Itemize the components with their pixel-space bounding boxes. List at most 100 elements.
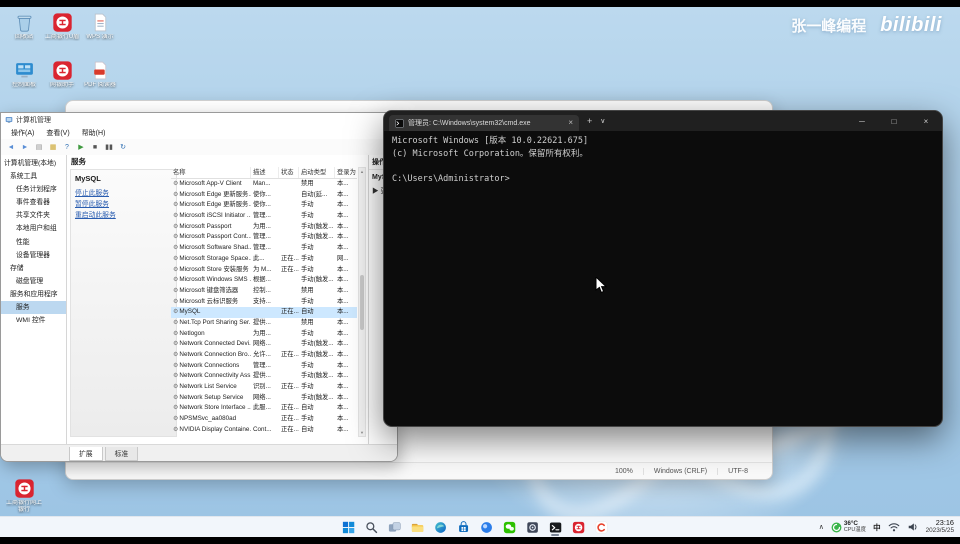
tree-item[interactable]: 事件查看器 <box>1 196 66 209</box>
scroll-up-icon[interactable]: ▲ <box>359 168 365 175</box>
computer-management-window[interactable]: 计算机管理 操作(A) 查看(V) 帮助(H) ◄ ► ▤ ▦? ▶ ■ ▮▮ ↻ 计算机管理(本… <box>0 112 398 462</box>
service-row[interactable]: ⚙Network Store Interface ... 此服... 正在... 自动… <box>171 403 357 414</box>
terminal-tab[interactable]: 管理员: C:\Windows\system32\cmd.exe × <box>389 115 579 131</box>
column-header[interactable]: 名称 <box>171 167 251 178</box>
service-row[interactable]: ⚙Microsoft Passport 为用... 手动(触发... 本... <box>171 222 357 233</box>
browser-taskbar-icon[interactable] <box>477 518 495 536</box>
terminal-window[interactable]: 管理员: C:\Windows\system32\cmd.exe × + ∨ ─… <box>383 110 943 427</box>
column-header[interactable]: 描述 <box>251 167 279 178</box>
services-scrollbar[interactable]: ▲ ▼ <box>358 167 366 437</box>
column-header[interactable]: 状态 <box>279 167 299 178</box>
notepad-line-ending[interactable]: Windows (CRLF) <box>642 467 717 475</box>
mmc-menu-item[interactable]: 查看(V) <box>40 128 75 138</box>
service-row[interactable]: ⚙Net.Tcp Port Sharing Ser... 提供... 禁用 本... <box>171 318 357 329</box>
mmc-toolbar-button[interactable]: ▶ <box>75 141 87 153</box>
service-row[interactable]: ⚙Microsoft 键盘筛选器 控制... 禁用 本... <box>171 286 357 297</box>
taskbar-clock[interactable]: 23:16 2023/5/25 <box>926 519 954 535</box>
tree-item[interactable]: WMI 控件 <box>1 314 66 327</box>
service-row[interactable]: ⚙Microsoft Store 安装服务为 M... 正在... 手动 本... <box>171 265 357 276</box>
service-row[interactable]: ⚙Network Setup Service 网络... 手动(触发... 本... <box>171 393 357 404</box>
scrollbar-thumb[interactable] <box>360 275 364 331</box>
service-row[interactable]: ⚙MySQL 正在... 自动 本... <box>171 307 357 318</box>
service-action-link[interactable]: 停止此服务 <box>75 188 172 199</box>
tree-item[interactable]: 共享文件夹 <box>1 209 66 222</box>
close-button[interactable]: × <box>910 111 942 131</box>
desktop-icon[interactable]: PDF 阅读器 <box>82 60 118 89</box>
volume-icon[interactable] <box>907 521 919 533</box>
service-row[interactable]: ⚙Microsoft Storage Space... 此... 正在... 手动 网.… <box>171 254 357 265</box>
view-tab-standard[interactable]: 标准 <box>104 447 139 461</box>
csdn-taskbar-icon[interactable] <box>592 518 610 536</box>
tree-item[interactable]: 磁盘管理 <box>1 275 66 288</box>
service-row[interactable]: ⚙Network Connectivity Ass... 提供... 手动(触发..… <box>171 371 357 382</box>
tree-item[interactable]: 计算机管理(本地) <box>1 157 66 170</box>
desktop-icon[interactable]: 网银助手 <box>44 60 80 89</box>
service-row[interactable]: ⚙Microsoft App-V Client Man... 禁用 本... <box>171 179 357 190</box>
mmc-menu-item[interactable]: 帮助(H) <box>76 128 112 138</box>
computer-management-taskbar-icon[interactable] <box>523 518 541 536</box>
column-header[interactable]: 登录为 <box>335 167 357 178</box>
tray-chevron-up-icon[interactable]: ∧ <box>819 523 824 531</box>
service-row[interactable]: ⚙Network List Service 识别... 正在... 手动 本... <box>171 382 357 393</box>
ime-indicator[interactable]: 中 <box>873 522 881 533</box>
service-action-link[interactable]: 重启动此服务 <box>75 210 172 221</box>
mmc-titlebar[interactable]: 计算机管理 <box>1 113 397 126</box>
service-row[interactable]: ⚙Netlogon 为用... 手动 本... <box>171 329 357 340</box>
tree-item[interactable]: 设备管理器 <box>1 249 66 262</box>
search-taskbar-icon[interactable] <box>362 518 380 536</box>
network-icon[interactable] <box>888 521 900 533</box>
desktop-icon[interactable]: 控制面板 <box>6 60 42 89</box>
service-row[interactable]: ⚙Microsoft Edge 更新服务... 使你... 手动 本... <box>171 200 357 211</box>
scroll-down-icon[interactable]: ▼ <box>359 429 365 436</box>
maximize-button[interactable]: □ <box>878 111 910 131</box>
mmc-toolbar-button[interactable]: ◄ <box>5 141 17 153</box>
icbc-taskbar-icon[interactable] <box>569 518 587 536</box>
service-action-link[interactable]: 暂停此服务 <box>75 199 172 210</box>
terminal-titlebar[interactable]: 管理员: C:\Windows\system32\cmd.exe × + ∨ ─… <box>384 111 942 131</box>
tree-item[interactable]: 性能 <box>1 236 66 249</box>
notepad-zoom[interactable]: 100% <box>605 468 643 475</box>
tab-dropdown-icon[interactable]: ∨ <box>600 117 605 125</box>
service-row[interactable]: ⚙NPSMSvc_aa080ad 正在... 手动 本... <box>171 414 357 425</box>
service-row[interactable]: ⚙NVIDIA Display Containe... Cont... 正在... 自… <box>171 425 357 436</box>
desktop-icon[interactable]: 回收站 <box>6 12 42 41</box>
service-row[interactable]: ⚙Network Connection Bro... 允许... 正在... 手动(触… <box>171 350 357 361</box>
desktop-icon[interactable]: WPS 演示 <box>82 12 118 41</box>
mmc-toolbar-button[interactable]: ■ <box>89 141 101 153</box>
tree-item-services[interactable]: 服务 <box>1 301 66 315</box>
tree-item[interactable]: 服务和应用程序 <box>1 288 66 301</box>
notepad-encoding[interactable]: UTF-8 <box>717 467 758 475</box>
tree-item[interactable]: 本地用户和组 <box>1 222 66 235</box>
desktop-icon[interactable]: 工商银行网上银行 <box>6 478 42 514</box>
tree-item[interactable]: 系统工具 <box>1 170 66 183</box>
mmc-toolbar-button[interactable]: ↻ <box>117 141 129 153</box>
store-taskbar-icon[interactable] <box>454 518 472 536</box>
desktop-icon[interactable]: 工商银行U盾 <box>44 12 80 41</box>
wechat-taskbar-icon[interactable] <box>500 518 518 536</box>
task-view-taskbar-icon[interactable] <box>385 518 403 536</box>
mmc-menu-item[interactable]: 操作(A) <box>5 128 40 138</box>
mmc-toolbar-button[interactable]: ▮▮ <box>103 141 115 153</box>
service-row[interactable]: ⚙Network Connected Devi... 网络... 手动(触发... 本… <box>171 339 357 350</box>
service-row[interactable]: ⚙Microsoft Edge 更新服务... 使你... 自动(延... 本... <box>171 190 357 201</box>
tree-item[interactable]: 任务计划程序 <box>1 183 66 196</box>
tree-item[interactable]: 存储 <box>1 262 66 275</box>
mmc-toolbar-button[interactable]: ▤ <box>33 141 45 153</box>
view-tab-extended[interactable]: 扩展 <box>69 447 103 461</box>
file-explorer-taskbar-icon[interactable] <box>408 518 426 536</box>
mmc-toolbar-button[interactable]: ? <box>61 141 73 153</box>
service-row[interactable]: ⚙Microsoft Software Shad... 管理... 手动 本... <box>171 243 357 254</box>
terminal-output[interactable]: Microsoft Windows [版本 10.0.22621.675] (c)… <box>384 131 942 426</box>
mmc-toolbar-button[interactable]: ► <box>19 141 31 153</box>
terminal-taskbar-icon[interactable] <box>546 518 564 536</box>
service-row[interactable]: ⚙Microsoft Windows SMS ... 根据... 手动(触发... 本… <box>171 275 357 286</box>
tab-close-icon[interactable]: × <box>568 119 573 127</box>
service-row[interactable]: ⚙Microsoft Passport Cont... 管理... 手动(触发...… <box>171 232 357 243</box>
cpu-temp-widget[interactable]: 36°C CPU温度 <box>831 520 866 533</box>
service-row[interactable]: ⚙Microsoft 云标识服务 支持... 手动 本... <box>171 297 357 308</box>
column-header[interactable]: 启动类型 <box>299 167 335 178</box>
minimize-button[interactable]: ─ <box>846 111 878 131</box>
service-row[interactable]: ⚙Network Connections 管理... 手动 本... <box>171 361 357 372</box>
mmc-toolbar-button[interactable]: ▦ <box>47 141 59 153</box>
start-taskbar-icon[interactable] <box>339 518 357 536</box>
